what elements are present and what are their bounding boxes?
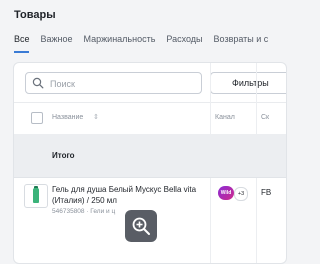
next-column-cell: FB [261,188,272,197]
total-row: Итого [14,134,286,178]
tab-returns[interactable]: Возвраты и с [214,34,269,54]
search-icon [32,77,44,89]
channel-more-badge[interactable]: +3 [234,187,248,201]
search-input[interactable] [48,75,192,93]
bottle-icon [33,188,39,203]
table-header: Название ⇕ Канал Ск [14,102,286,135]
header-next-column[interactable]: Ск [261,114,269,121]
product-name[interactable]: Гель для душа Белый Мускус Bella vita (И… [52,184,212,206]
total-label: Итого [52,151,75,160]
channel-logo: Wild [218,186,234,200]
select-all-checkbox[interactable] [31,112,43,124]
tab-margin[interactable]: Маржинальность [84,34,156,54]
product-thumbnail[interactable] [24,184,48,208]
header-channels[interactable]: Канал [215,114,235,121]
zoom-button[interactable] [125,210,157,242]
header-name[interactable]: Название [52,114,83,121]
tab-important[interactable]: Важное [41,34,73,54]
zoom-in-icon [132,217,150,235]
page-title: Товары [14,9,56,21]
active-tab-indicator [14,51,29,53]
tabs-bar: Все Важное Маржинальность Расходы Возвра… [14,34,270,54]
filters-button[interactable]: Фильтры [210,72,286,94]
sort-icon[interactable]: ⇕ [93,113,99,121]
search-field[interactable] [25,72,202,94]
tab-expenses[interactable]: Расходы [166,34,202,54]
